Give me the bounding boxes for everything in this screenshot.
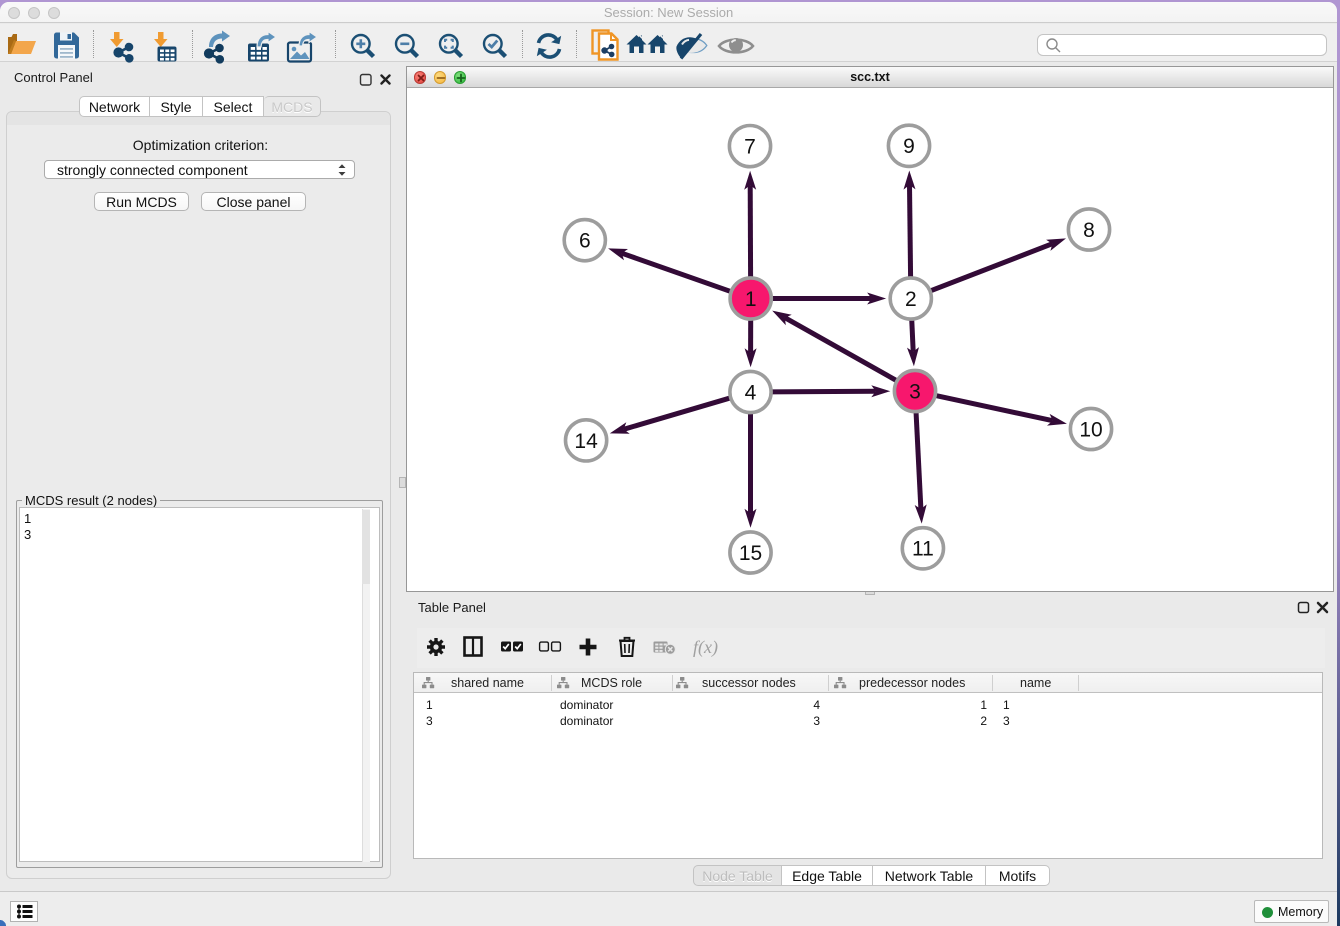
- svg-text:7: 7: [744, 136, 756, 159]
- svg-text:15: 15: [739, 542, 762, 565]
- svg-text:4: 4: [745, 381, 757, 404]
- svg-text:2: 2: [905, 288, 917, 311]
- svg-text:1: 1: [745, 288, 757, 311]
- svg-text:14: 14: [574, 430, 598, 453]
- svg-text:9: 9: [903, 135, 915, 158]
- svg-text:11: 11: [912, 538, 934, 561]
- svg-text:10: 10: [1079, 418, 1102, 441]
- svg-text:8: 8: [1083, 219, 1095, 242]
- svg-text:3: 3: [909, 380, 921, 403]
- svg-text:6: 6: [579, 230, 591, 253]
